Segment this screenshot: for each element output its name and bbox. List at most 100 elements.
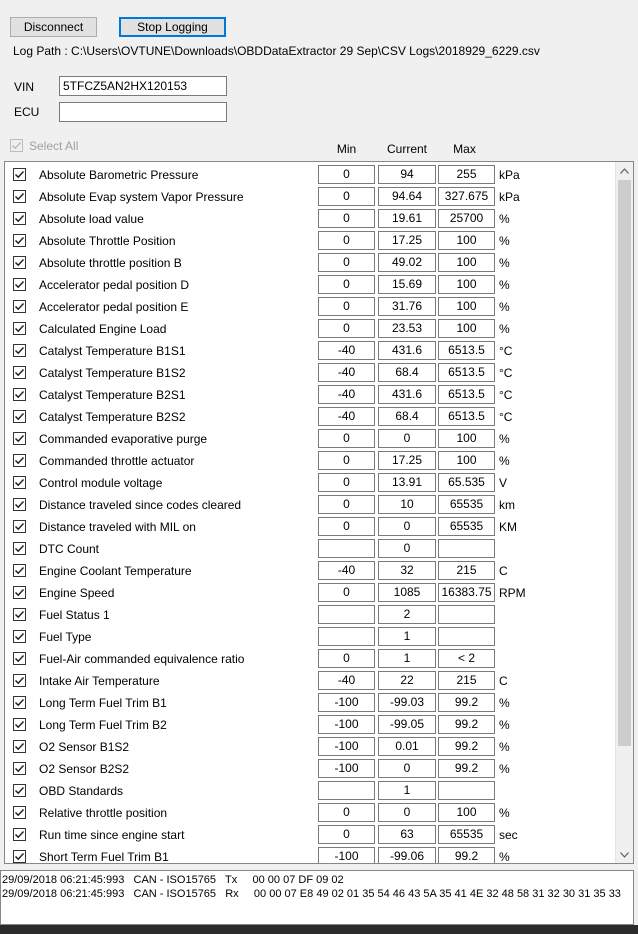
pid-current-value: 431.6 xyxy=(378,341,436,360)
pid-checkbox[interactable] xyxy=(13,344,26,357)
pid-list-panel[interactable]: Absolute Barometric Pressure 0 94 255 kPa Abs… xyxy=(4,161,634,864)
pid-checkbox[interactable] xyxy=(13,190,26,203)
check-icon xyxy=(14,170,25,179)
pid-checkbox[interactable] xyxy=(13,256,26,269)
check-icon xyxy=(14,566,25,575)
pid-checkbox[interactable] xyxy=(13,696,26,709)
pid-checkbox[interactable] xyxy=(13,608,26,621)
pid-checkbox[interactable] xyxy=(13,278,26,291)
pid-checkbox[interactable] xyxy=(13,476,26,489)
pid-min-value: 0 xyxy=(318,209,375,228)
pid-row: O2 Sensor B1S2 -100 0.01 99.2% xyxy=(5,736,617,758)
vin-field[interactable]: 5TFCZ5AN2HX120153 xyxy=(59,76,227,96)
pid-checkbox[interactable] xyxy=(13,212,26,225)
pid-checkbox[interactable] xyxy=(13,828,26,841)
pid-min-value: 0 xyxy=(318,649,375,668)
stop-logging-button[interactable]: Stop Logging xyxy=(119,17,226,37)
pid-checkbox[interactable] xyxy=(13,630,26,643)
pid-current-value: 10 xyxy=(378,495,436,514)
check-icon xyxy=(14,324,25,333)
scroll-up-arrow-icon[interactable] xyxy=(616,162,633,179)
pid-current-value: 49.02 xyxy=(378,253,436,272)
pid-row: Engine Speed 0 1085 16383.75 RPM xyxy=(5,582,617,604)
pid-checkbox[interactable] xyxy=(13,432,26,445)
scrollbar-thumb[interactable] xyxy=(618,180,631,746)
pid-current-value: 0.01 xyxy=(378,737,436,756)
check-icon xyxy=(14,852,25,861)
pid-checkbox[interactable] xyxy=(13,388,26,401)
pid-current-value: 1 xyxy=(378,649,436,668)
scroll-down-arrow-icon[interactable] xyxy=(616,846,633,863)
check-icon xyxy=(14,434,25,443)
pid-max-value: 100 xyxy=(438,429,495,448)
pid-name: Fuel-Air commanded equivalence ratio xyxy=(39,652,245,666)
communication-log[interactable]: 29/09/2018 06:21:45:993 CAN - ISO15765 T… xyxy=(0,870,634,925)
pid-current-value: -99.03 xyxy=(378,693,436,712)
check-icon xyxy=(14,764,25,773)
pid-current-value: 31.76 xyxy=(378,297,436,316)
pid-checkbox[interactable] xyxy=(13,542,26,555)
column-header-current: Current xyxy=(386,142,427,156)
pid-checkbox[interactable] xyxy=(13,454,26,467)
pid-current-value: 431.6 xyxy=(378,385,436,404)
check-icon xyxy=(14,632,25,641)
pid-min-value: 0 xyxy=(318,275,375,294)
pid-min-value xyxy=(318,627,375,646)
pid-min-value: -40 xyxy=(318,671,375,690)
pid-checkbox[interactable] xyxy=(13,366,26,379)
pid-checkbox[interactable] xyxy=(13,322,26,335)
pid-min-value: 0 xyxy=(318,517,375,536)
pid-row: Catalyst Temperature B2S2 -40 68.4 6513.5 °C xyxy=(5,406,617,428)
pid-max-value: 99.2 xyxy=(438,759,495,778)
pid-max-value xyxy=(438,605,495,624)
pid-name: Fuel Type xyxy=(39,630,92,644)
vertical-scrollbar[interactable] xyxy=(615,162,633,863)
pid-unit: % xyxy=(499,322,510,336)
pid-checkbox[interactable] xyxy=(13,498,26,511)
pid-checkbox[interactable] xyxy=(13,586,26,599)
pid-checkbox[interactable] xyxy=(13,762,26,775)
pid-unit: KM xyxy=(499,520,517,534)
pid-checkbox[interactable] xyxy=(13,520,26,533)
ecu-field[interactable] xyxy=(59,102,227,122)
pid-unit: V xyxy=(499,476,508,490)
check-icon xyxy=(11,141,22,150)
pid-checkbox[interactable] xyxy=(13,168,26,181)
pid-checkbox[interactable] xyxy=(13,410,26,423)
pid-max-value: 100 xyxy=(438,231,495,250)
pid-checkbox[interactable] xyxy=(13,784,26,797)
check-icon xyxy=(14,676,25,685)
disconnect-button[interactable]: Disconnect xyxy=(10,17,97,37)
column-header-min: Min xyxy=(336,142,357,156)
pid-checkbox[interactable] xyxy=(13,850,26,863)
check-icon xyxy=(14,346,25,355)
pid-checkbox[interactable] xyxy=(13,740,26,753)
pid-checkbox[interactable] xyxy=(13,718,26,731)
pid-checkbox[interactable] xyxy=(13,564,26,577)
pid-checkbox[interactable] xyxy=(13,806,26,819)
pid-min-value: 0 xyxy=(318,231,375,250)
pid-name: OBD Standards xyxy=(39,784,124,798)
pid-row: Commanded throttle actuator 0 17.25 100% xyxy=(5,450,617,472)
pid-name: Engine Coolant Temperature xyxy=(39,564,192,578)
pid-current-value: 94.64 xyxy=(378,187,436,206)
pid-unit: RPM xyxy=(499,586,526,600)
pid-unit: °C xyxy=(499,410,513,424)
pid-checkbox[interactable] xyxy=(13,674,26,687)
pid-min-value xyxy=(318,605,375,624)
pid-name: Short Term Fuel Trim B1 xyxy=(39,850,169,864)
pid-checkbox[interactable] xyxy=(13,234,26,247)
pid-current-value: 1 xyxy=(378,627,436,646)
pid-row: Absolute Throttle Position 0 17.25 100% xyxy=(5,230,617,252)
select-all-checkbox[interactable] xyxy=(10,139,23,152)
pid-checkbox[interactable] xyxy=(13,652,26,665)
pid-name: Relative throttle position xyxy=(39,806,168,820)
pid-current-value: 32 xyxy=(378,561,436,580)
pid-unit: km xyxy=(499,498,515,512)
pid-min-value: -100 xyxy=(318,715,375,734)
check-icon xyxy=(14,302,25,311)
pid-current-value: 94 xyxy=(378,165,436,184)
pid-checkbox[interactable] xyxy=(13,300,26,313)
pid-name: Catalyst Temperature B2S1 xyxy=(39,388,186,402)
pid-name: Absolute load value xyxy=(39,212,144,226)
